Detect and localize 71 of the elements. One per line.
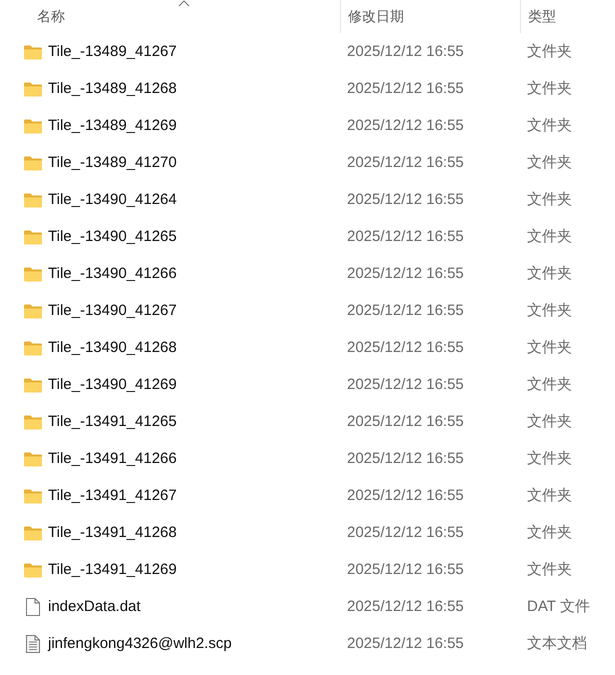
file-name[interactable]: Tile_-13491_41268 bbox=[48, 524, 177, 541]
file-name[interactable]: Tile_-13491_41267 bbox=[48, 487, 177, 504]
file-type: 文件夹 bbox=[527, 560, 572, 579]
file-name[interactable]: jinfengkong4326@wlh2.scp bbox=[48, 635, 232, 652]
modified-date: 2025/12/12 16:55 bbox=[347, 487, 464, 504]
file-name[interactable]: Tile_-13490_41268 bbox=[48, 339, 177, 356]
file-name[interactable]: Tile_-13491_41269 bbox=[48, 561, 177, 578]
file-type: 文件夹 bbox=[527, 338, 572, 357]
modified-date: 2025/12/12 16:55 bbox=[347, 191, 464, 208]
file-type: 文件夹 bbox=[527, 116, 572, 135]
file-type: 文件夹 bbox=[527, 301, 572, 320]
file-type: 文件夹 bbox=[527, 523, 572, 542]
file-name[interactable]: Tile_-13489_41269 bbox=[48, 117, 177, 134]
file-type: 文件夹 bbox=[527, 153, 572, 172]
modified-date: 2025/12/12 16:55 bbox=[347, 80, 464, 97]
file-type: 文件夹 bbox=[527, 190, 572, 209]
file-name[interactable]: Tile_-13490_41269 bbox=[48, 376, 177, 393]
file-type: 文件夹 bbox=[527, 486, 572, 505]
file-name[interactable]: Tile_-13489_41267 bbox=[48, 43, 177, 60]
modified-date: 2025/12/12 16:55 bbox=[347, 43, 464, 60]
file-type: 文件夹 bbox=[527, 79, 572, 98]
file-type: 文件夹 bbox=[527, 449, 572, 468]
file-type: 文本文档 bbox=[527, 634, 587, 653]
file-name[interactable]: Tile_-13491_41266 bbox=[48, 450, 177, 467]
file-name[interactable]: indexData.dat bbox=[48, 598, 141, 615]
modified-date: 2025/12/12 16:55 bbox=[347, 598, 464, 615]
file-name[interactable]: Tile_-13489_41270 bbox=[48, 154, 177, 171]
modified-date: 2025/12/12 16:55 bbox=[347, 450, 464, 467]
column-header[interactable]: 名称 bbox=[0, 0, 340, 33]
folder-icon bbox=[23, 80, 43, 96]
file-type: 文件夹 bbox=[527, 264, 572, 283]
file-type: 文件夹 bbox=[527, 412, 572, 431]
folder-icon bbox=[23, 376, 43, 392]
modified-date: 2025/12/12 16:55 bbox=[347, 635, 464, 652]
file-name[interactable]: Tile_-13490_41267 bbox=[48, 302, 177, 319]
file-icon bbox=[25, 596, 41, 616]
file-name[interactable]: Tile_-13489_41268 bbox=[48, 80, 177, 97]
file-type: 文件夹 bbox=[527, 375, 572, 394]
modified-date: 2025/12/12 16:55 bbox=[347, 265, 464, 282]
file-type: 文件夹 bbox=[527, 42, 572, 61]
modified-date: 2025/12/12 16:55 bbox=[347, 339, 464, 356]
folder-icon bbox=[23, 340, 43, 356]
file-name[interactable]: Tile_-13491_41265 bbox=[48, 413, 177, 430]
modified-date: 2025/12/12 16:55 bbox=[347, 524, 464, 541]
folder-icon bbox=[23, 118, 43, 134]
column-header[interactable]: 类型 bbox=[520, 0, 615, 33]
modified-date: 2025/12/12 16:55 bbox=[347, 376, 464, 393]
folder-icon bbox=[23, 302, 43, 318]
file-type: 文件夹 bbox=[527, 227, 572, 246]
modified-date: 2025/12/12 16:55 bbox=[347, 154, 464, 171]
folder-icon bbox=[23, 488, 43, 504]
modified-date: 2025/12/12 16:55 bbox=[347, 117, 464, 134]
folder-icon bbox=[23, 266, 43, 282]
file-name[interactable]: Tile_-13490_41265 bbox=[48, 228, 177, 245]
file-type: DAT 文件 bbox=[527, 597, 590, 616]
modified-date: 2025/12/12 16:55 bbox=[347, 561, 464, 578]
text-file-icon bbox=[25, 634, 41, 654]
column-header[interactable]: 修改日期 bbox=[340, 0, 520, 33]
folder-icon bbox=[23, 44, 43, 60]
folder-icon bbox=[23, 192, 43, 208]
folder-icon bbox=[23, 562, 43, 578]
folder-icon bbox=[23, 524, 43, 540]
file-name[interactable]: Tile_-13490_41266 bbox=[48, 265, 177, 282]
modified-date: 2025/12/12 16:55 bbox=[347, 413, 464, 430]
modified-date: 2025/12/12 16:55 bbox=[347, 302, 464, 319]
modified-date: 2025/12/12 16:55 bbox=[347, 228, 464, 245]
folder-icon bbox=[23, 450, 43, 466]
folder-icon bbox=[23, 228, 43, 244]
file-name[interactable]: Tile_-13490_41264 bbox=[48, 191, 177, 208]
folder-icon bbox=[23, 414, 43, 430]
folder-icon bbox=[23, 154, 43, 170]
